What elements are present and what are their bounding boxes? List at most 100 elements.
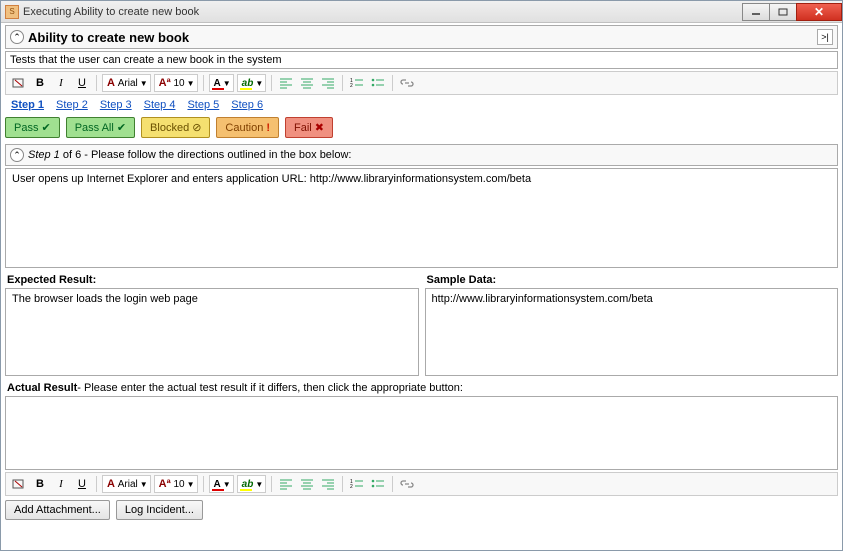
pass-label: Pass — [14, 122, 38, 134]
italic-button[interactable]: I — [52, 475, 70, 493]
align-left-button[interactable] — [277, 475, 295, 493]
step-link-6[interactable]: Step 6 — [231, 99, 263, 111]
fail-button[interactable]: Fail✖ — [285, 117, 333, 138]
expected-sample-row: Expected Result: The browser loads the l… — [5, 272, 838, 376]
window-title: Executing Ability to create new book — [23, 6, 743, 18]
clear-format-icon[interactable] — [10, 74, 28, 92]
close-button[interactable]: ✕ — [796, 3, 842, 21]
unordered-list-button[interactable] — [369, 74, 387, 92]
toolbar-separator — [392, 476, 393, 492]
x-icon: ✖ — [315, 121, 324, 134]
sample-text: http://www.libraryinformationsystem.com/… — [425, 288, 839, 376]
align-center-button[interactable] — [298, 74, 316, 92]
font-size-value: 10 — [173, 78, 184, 89]
font-color-dropdown[interactable]: A▼ — [209, 74, 234, 92]
toolbar-separator — [342, 476, 343, 492]
highlight-color-dropdown[interactable]: ab▼ — [237, 74, 267, 92]
toolbar-separator — [342, 75, 343, 91]
caution-button[interactable]: Caution! — [216, 117, 279, 138]
toolbar-separator — [203, 75, 204, 91]
font-size-dropdown[interactable]: Aª 10▼ — [154, 475, 198, 493]
pass-all-button[interactable]: Pass All✔ — [66, 117, 135, 138]
actual-result-header: Actual Result- Please enter the actual t… — [5, 380, 838, 396]
font-name-value: Arial — [118, 479, 138, 490]
italic-button[interactable]: I — [52, 74, 70, 92]
blocked-icon: ⊘ — [192, 121, 201, 134]
window-controls: ✕ — [743, 3, 842, 21]
add-attachment-button[interactable]: Add Attachment... — [5, 500, 110, 520]
font-size-dropdown[interactable]: Aª 10▼ — [154, 74, 198, 92]
unordered-list-button[interactable] — [369, 475, 387, 493]
rich-editor-toolbar-bottom: B I U A Arial▼ Aª 10▼ A▼ ab▼ 12 — [5, 472, 838, 496]
font-family-dropdown[interactable]: A Arial▼ — [102, 475, 151, 493]
toolbar-separator — [271, 476, 272, 492]
step-header-rest: of 6 - Please follow the directions outl… — [60, 149, 352, 161]
ordered-list-button[interactable]: 12 — [348, 475, 366, 493]
svg-text:2: 2 — [350, 83, 353, 89]
step-link-3[interactable]: Step 3 — [100, 99, 132, 111]
step-instruction-box: User opens up Internet Explorer and ente… — [5, 168, 838, 268]
collapse-icon[interactable]: ⌃ — [10, 148, 24, 162]
step-link-4[interactable]: Step 4 — [144, 99, 176, 111]
app-icon: S — [5, 5, 19, 19]
ability-header: ⌃ Ability to create new book >| — [5, 25, 838, 49]
align-right-button[interactable] — [319, 475, 337, 493]
step-header: ⌃ Step 1 of 6 - Please follow the direct… — [5, 144, 838, 166]
actual-label-bold: Actual Result — [7, 382, 77, 394]
toolbar-separator — [271, 75, 272, 91]
font-size-value: 10 — [173, 479, 184, 490]
underline-button[interactable]: U — [73, 475, 91, 493]
pass-button[interactable]: Pass✔ — [5, 117, 60, 138]
step-link-5[interactable]: Step 5 — [187, 99, 219, 111]
align-right-button[interactable] — [319, 74, 337, 92]
main-window: S Executing Ability to create new book ✕… — [0, 0, 843, 551]
align-center-button[interactable] — [298, 475, 316, 493]
toolbar-separator — [96, 476, 97, 492]
step-header-text: Step 1 of 6 - Please follow the directio… — [28, 149, 351, 161]
actual-result-textarea[interactable] — [5, 396, 838, 470]
svg-text:2: 2 — [350, 484, 353, 490]
align-left-button[interactable] — [277, 74, 295, 92]
steps-nav: Step 1 Step 2 Step 3 Step 4 Step 5 Step … — [5, 97, 838, 117]
clear-format-icon[interactable] — [10, 475, 28, 493]
font-color-dropdown[interactable]: A▼ — [209, 475, 234, 493]
sample-label: Sample Data: — [425, 272, 839, 288]
highlight-color-dropdown[interactable]: ab▼ — [237, 475, 267, 493]
rich-editor-toolbar-top: B I U A Arial▼ Aª 10▼ A▼ ab▼ 12 — [5, 71, 838, 95]
actual-label-rest: - Please enter the actual test result if… — [77, 382, 463, 394]
maximize-button[interactable] — [769, 3, 797, 21]
font-family-dropdown[interactable]: A Arial▼ — [102, 74, 151, 92]
bold-button[interactable]: B — [31, 475, 49, 493]
check-icon: ✔ — [117, 121, 126, 134]
check-icon: ✔ — [41, 121, 50, 134]
link-button[interactable] — [398, 74, 416, 92]
test-description: Tests that the user can create a new boo… — [5, 51, 838, 69]
ordered-list-button[interactable]: 12 — [348, 74, 366, 92]
sample-panel: Sample Data: http://www.libraryinformati… — [425, 272, 839, 376]
toolbar-separator — [203, 476, 204, 492]
blocked-button[interactable]: Blocked⊘ — [141, 117, 210, 138]
step-link-1[interactable]: Step 1 — [11, 99, 44, 111]
status-buttons-row: Pass✔ Pass All✔ Blocked⊘ Caution! Fail✖ — [5, 117, 838, 144]
fail-label: Fail — [294, 122, 312, 134]
pass-all-label: Pass All — [75, 122, 114, 134]
minimize-button[interactable] — [742, 3, 770, 21]
caution-label: Caution — [225, 122, 263, 134]
font-name-value: Arial — [118, 78, 138, 89]
log-incident-button[interactable]: Log Incident... — [116, 500, 203, 520]
panel-minimize-icon[interactable]: >| — [817, 29, 833, 45]
underline-button[interactable]: U — [73, 74, 91, 92]
content-area: ⌃ Ability to create new book >| Tests th… — [1, 23, 842, 550]
expected-panel: Expected Result: The browser loads the l… — [5, 272, 419, 376]
expected-label: Expected Result: — [5, 272, 419, 288]
warning-icon: ! — [266, 122, 270, 134]
step-link-2[interactable]: Step 2 — [56, 99, 88, 111]
toolbar-separator — [96, 75, 97, 91]
ability-title: Ability to create new book — [28, 30, 817, 45]
step-header-italic: Step 1 — [28, 149, 60, 161]
toolbar-separator — [392, 75, 393, 91]
collapse-icon[interactable]: ⌃ — [10, 30, 24, 44]
bold-button[interactable]: B — [31, 74, 49, 92]
link-button[interactable] — [398, 475, 416, 493]
bottom-buttons-row: Add Attachment... Log Incident... — [5, 498, 838, 522]
